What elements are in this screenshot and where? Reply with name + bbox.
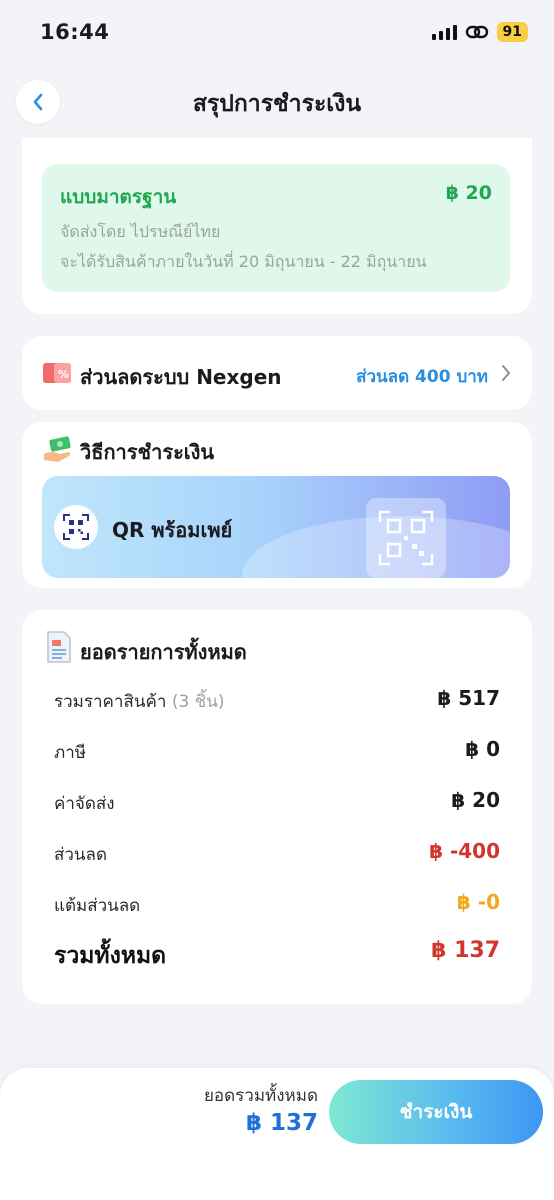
status-indicators: 91	[431, 22, 528, 42]
subtotal-label: รวมราคาสินค้า	[54, 692, 167, 712]
discount-label: ส่วนลดระบบ Nexgen	[80, 365, 282, 389]
payment-method-label: QR พร้อมเพย์	[112, 518, 233, 542]
summary-title: ยอดรายการทั้งหมด	[80, 640, 247, 664]
points-label: แต้มส่วนลด	[54, 896, 141, 916]
order-summary-card: ยอดรายการทั้งหมด รวมราคาสินค้า (3 ชิ้น) …	[22, 610, 532, 1004]
chevron-right-icon	[502, 365, 510, 381]
tax-label: ภาษี	[54, 743, 86, 763]
item-count: (3 ชิ้น)	[171, 692, 225, 712]
discount-summary-label: ส่วนลด	[54, 845, 108, 865]
discount-summary-value: ฿ -400	[429, 839, 500, 863]
tax-value: ฿ 0	[465, 737, 500, 761]
discount-value: ส่วนลด 400 บาท	[356, 367, 488, 387]
grand-total-label: รวมทั้งหมด	[54, 943, 167, 969]
footer-total-amount: ฿ 137	[245, 1110, 318, 1136]
battery-indicator: 91	[496, 22, 528, 42]
qr-scan-icon	[54, 505, 98, 549]
payment-option-qr[interactable]: QR พร้อมเพย์	[42, 476, 510, 578]
status-bar: 16:44 91	[0, 0, 554, 64]
payment-method-card: วิธีการชำระเงิน QR พร้อมเพย์	[22, 422, 532, 588]
qr-code-icon	[366, 498, 446, 578]
shipping-price: ฿ 20	[445, 182, 492, 204]
summary-row-discount: ส่วนลด ฿ -400	[54, 837, 500, 867]
summary-row-points: แต้มส่วนลด ฿ -0	[54, 888, 500, 918]
money-hand-icon	[44, 436, 71, 462]
document-icon	[47, 631, 71, 663]
checkout-bar: ยอดรวมทั้งหมด ฿ 137 ชำระเงิน	[0, 1068, 554, 1200]
shipping-fee-label: ค่าจัดส่ง	[54, 794, 115, 814]
svg-text:%: %	[58, 368, 69, 381]
summary-row-total: รวมทั้งหมด ฿ 137	[54, 938, 500, 969]
page-title: สรุปการชำระเงิน	[192, 91, 362, 117]
header: สรุปการชำระเงิน	[0, 66, 554, 138]
coupon-icon: %	[43, 363, 71, 383]
payment-title: วิธีการชำระเงิน	[80, 440, 215, 464]
status-time: 16:44	[40, 20, 110, 44]
shipping-eta: จะได้รับสินค้าภายในวันที่ 20 มิถุนายน - …	[60, 252, 427, 271]
shipping-fee-value: ฿ 20	[451, 788, 500, 812]
shipping-name: แบบมาตรฐาน	[60, 186, 177, 208]
summary-row-subtotal: รวมราคาสินค้า (3 ชิ้น) ฿ 517	[54, 684, 500, 714]
link-icon	[465, 25, 488, 39]
signal-icon	[431, 24, 457, 40]
points-value: ฿ -0	[456, 890, 500, 914]
pay-button[interactable]: ชำระเงิน	[329, 1080, 543, 1144]
footer-total-label: ยอดรวมทั้งหมด	[203, 1086, 318, 1106]
summary-row-shipping: ค่าจัดส่ง ฿ 20	[54, 786, 500, 816]
discount-row[interactable]: % ส่วนลดระบบ Nexgen ส่วนลด 400 บาท	[22, 336, 532, 410]
summary-row-tax: ภาษี ฿ 0	[54, 735, 500, 765]
subtotal-value: ฿ 517	[437, 686, 500, 710]
shipping-option[interactable]: แบบมาตรฐาน ฿ 20 จัดส่งโดย ไปรษณีย์ไทย จะ…	[42, 164, 510, 292]
grand-total-value: ฿ 137	[431, 938, 500, 963]
shipping-card: แบบมาตรฐาน ฿ 20 จัดส่งโดย ไปรษณีย์ไทย จะ…	[22, 138, 532, 314]
shipping-carrier: จัดส่งโดย ไปรษณีย์ไทย	[60, 222, 221, 241]
